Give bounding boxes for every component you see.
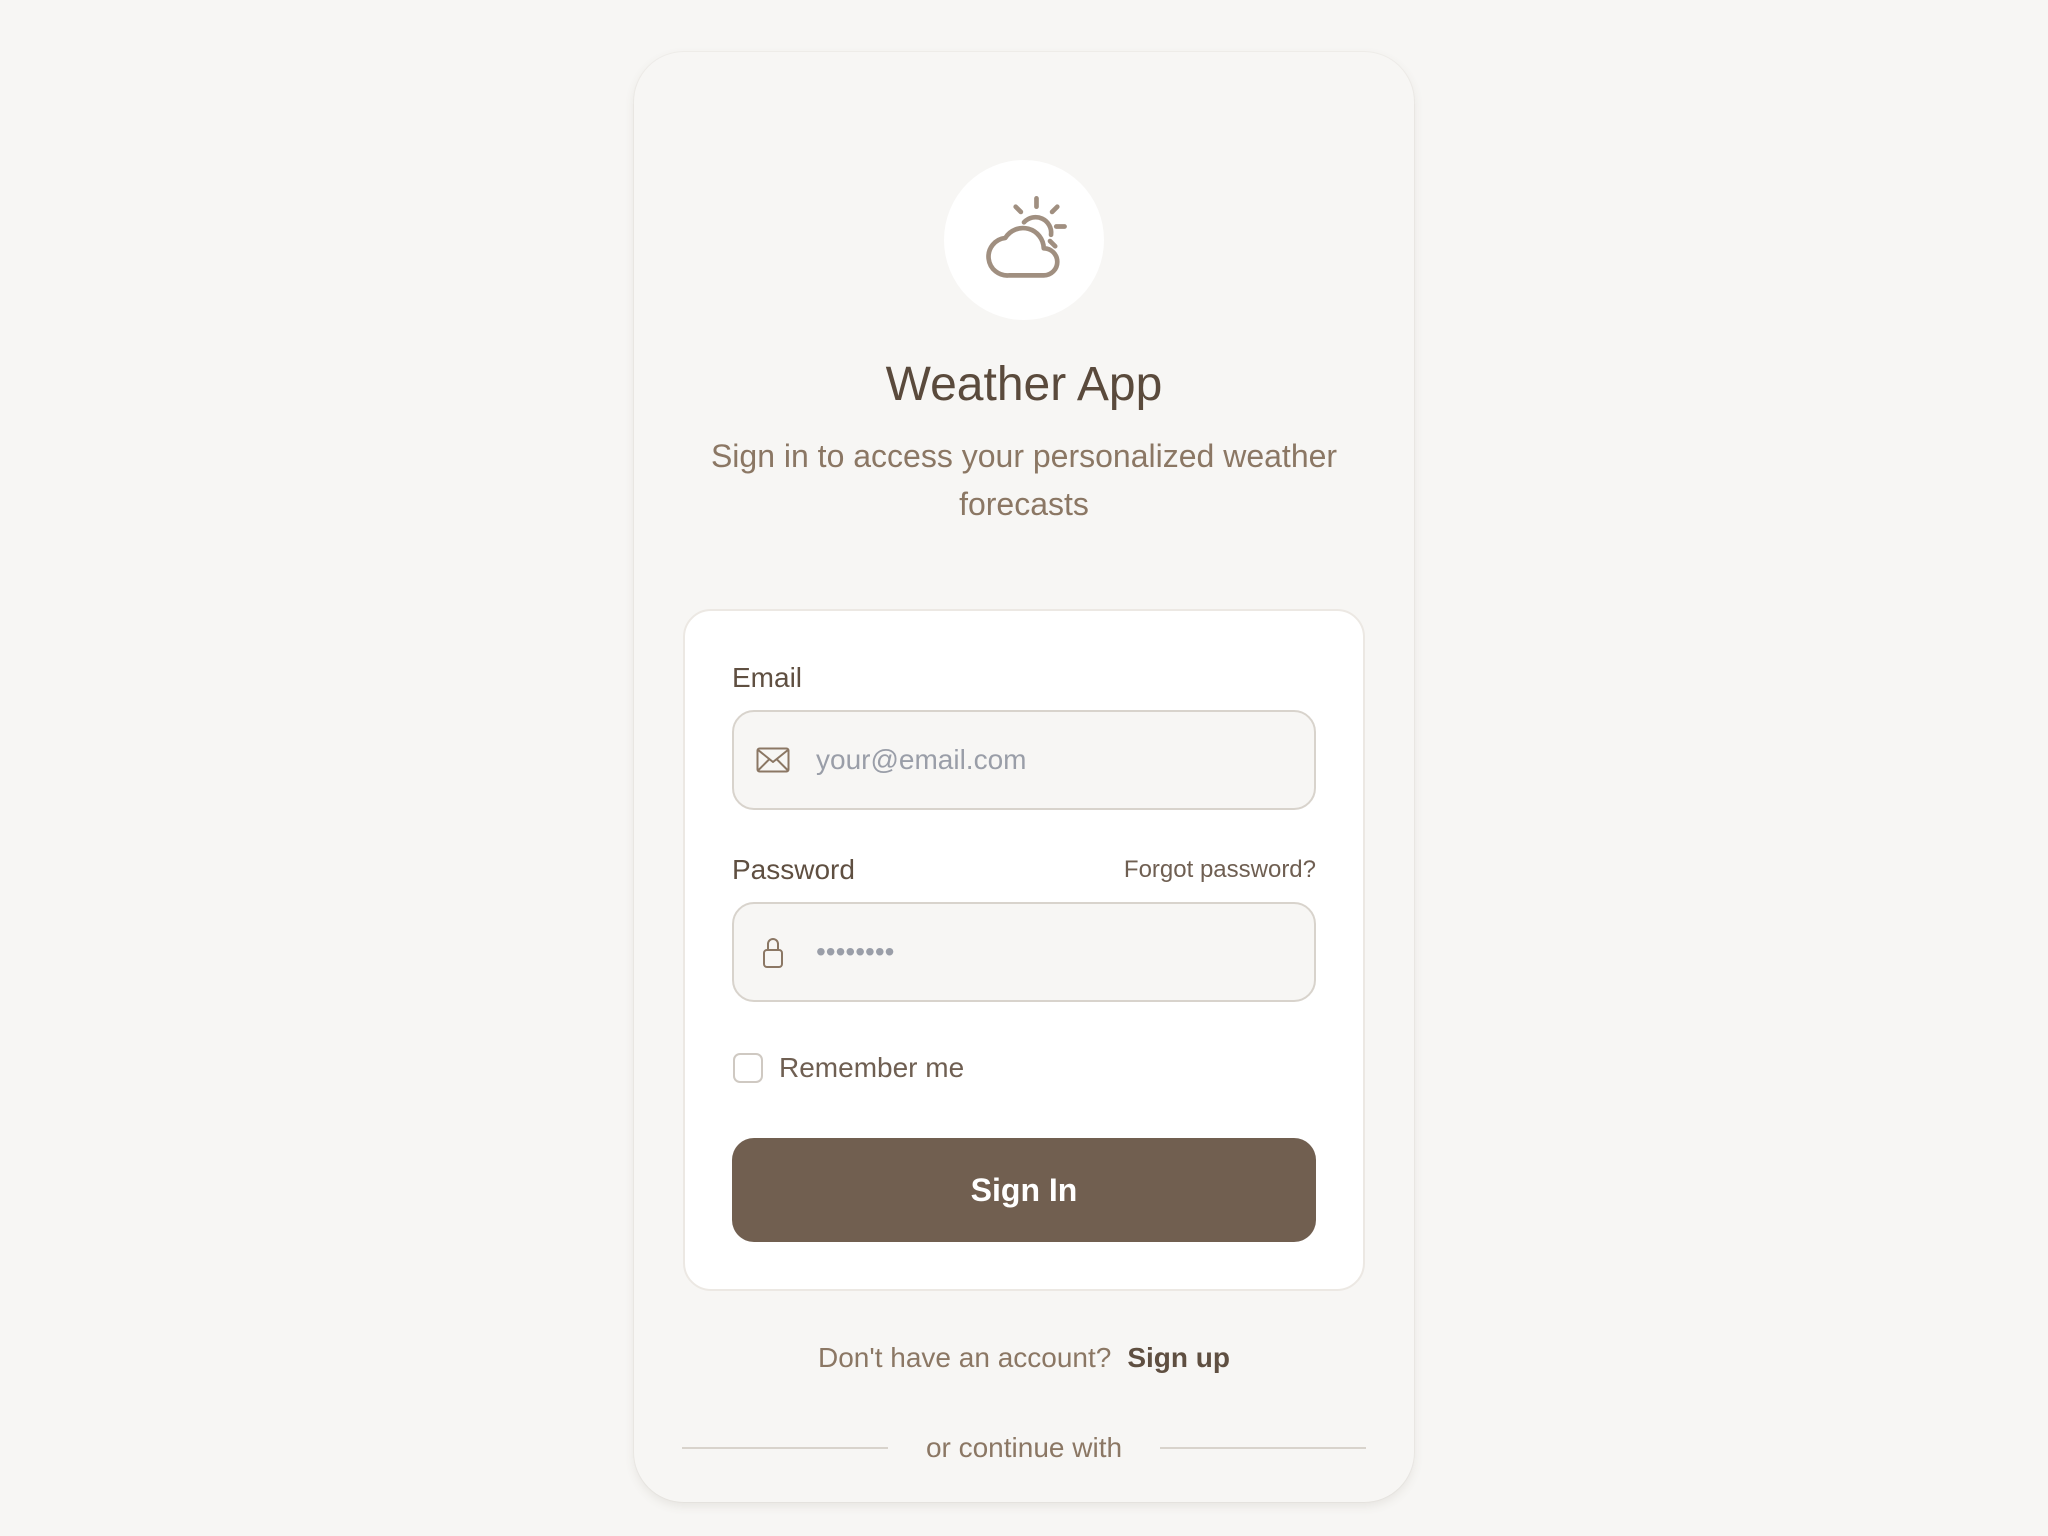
sign-in-button[interactable]: Sign In: [732, 1138, 1316, 1242]
app-logo: [944, 160, 1104, 320]
remember-me[interactable]: Remember me: [733, 1052, 964, 1084]
email-label: Email: [732, 662, 803, 693]
app-subtitle: Sign in to access your personalized weat…: [710, 438, 1338, 522]
password-input[interactable]: [814, 935, 1314, 969]
signup-row: Don't have an account? Sign up: [634, 1336, 1414, 1380]
lock-icon: [756, 935, 790, 969]
password-field[interactable]: [732, 902, 1316, 1002]
email-field[interactable]: [732, 710, 1316, 810]
email-input[interactable]: [814, 743, 1314, 777]
divider-line-right: [1160, 1447, 1366, 1449]
remember-me-label: Remember me: [779, 1052, 965, 1083]
divider-line-left: [682, 1447, 888, 1449]
mail-icon: [756, 743, 790, 777]
remember-me-checkbox[interactable]: [733, 1053, 763, 1083]
sign-up-link[interactable]: Sign up: [1127, 1342, 1230, 1373]
signup-prompt: Don't have an account?: [818, 1342, 1112, 1373]
app-title: Weather App: [885, 358, 1163, 411]
partly-cloudy-icon: [986, 196, 1067, 278]
password-label: Password: [732, 854, 855, 885]
divider-text: or continue with: [925, 1432, 1123, 1463]
forgot-password-link[interactable]: Forgot password?: [1124, 852, 1316, 888]
